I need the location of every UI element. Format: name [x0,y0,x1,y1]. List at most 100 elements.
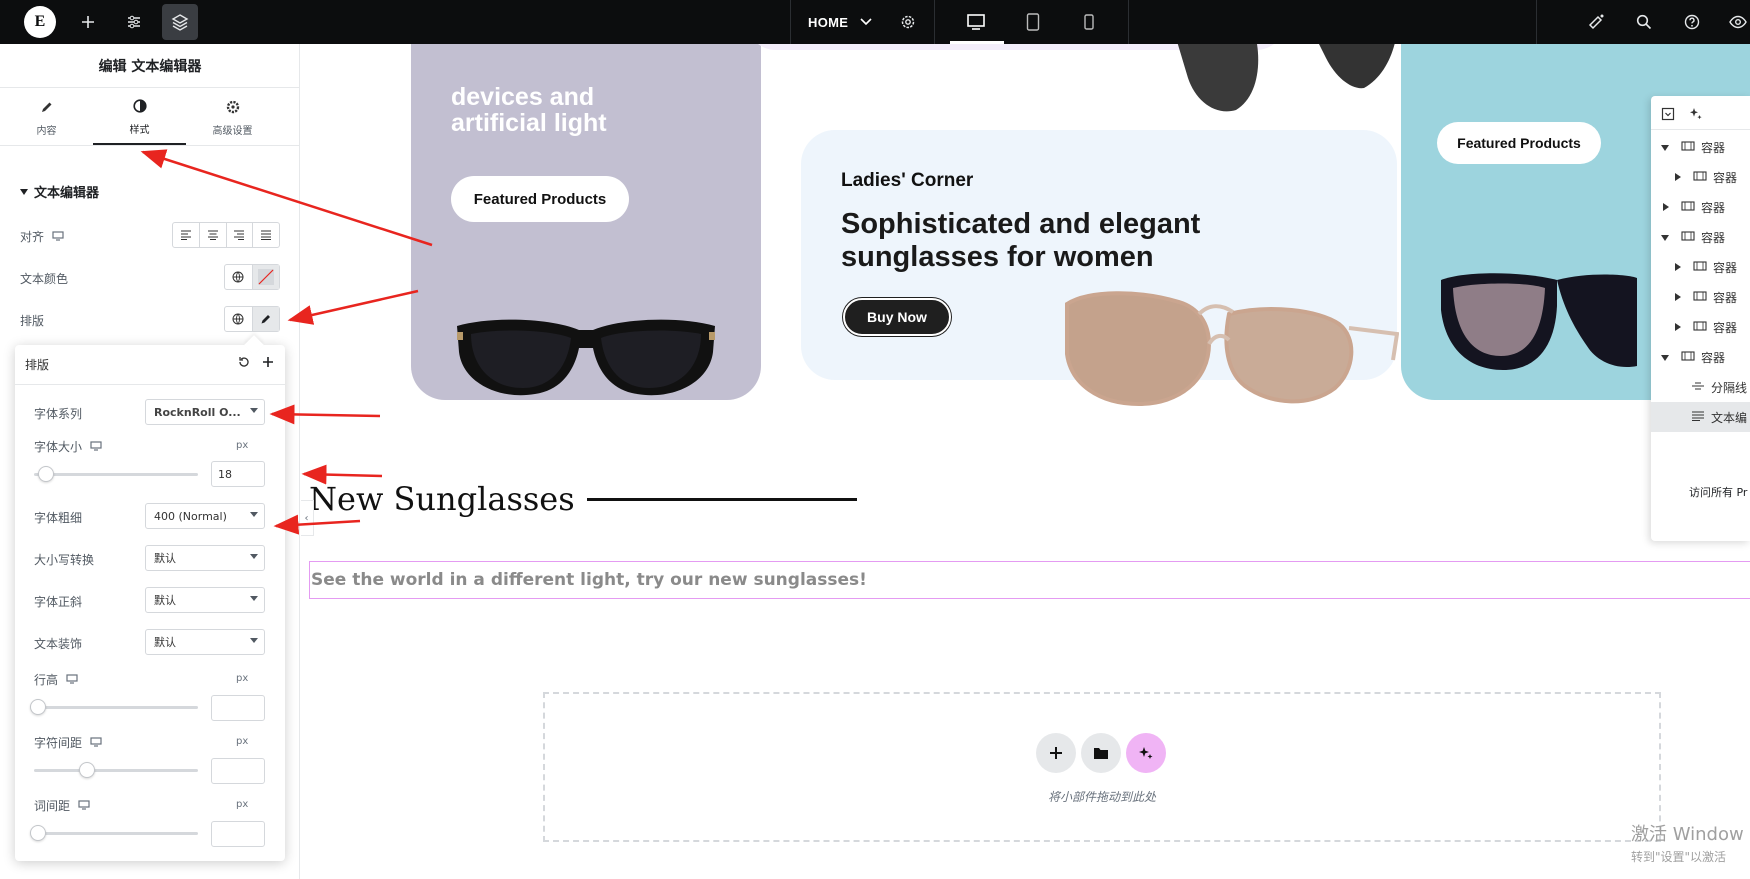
slider-handle[interactable] [38,466,54,482]
font-size-unit[interactable]: px [236,440,248,451]
empty-drop-zone[interactable]: 将小部件拖动到此处 [543,692,1661,842]
align-label: 对齐 [20,230,45,244]
section-heading[interactable]: New Sunglasses [309,480,857,518]
elementor-logo[interactable]: E [24,6,56,38]
section-title: 文本编辑器 [34,186,100,201]
slider-handle[interactable] [30,825,46,841]
ai-sparkle-icon[interactable] [1126,733,1166,773]
caret-right-icon [1663,200,1677,214]
globe-icon[interactable] [225,265,252,289]
layers-icon[interactable] [162,4,198,40]
align-buttons [172,222,280,248]
collapse-all-icon[interactable] [1661,106,1675,125]
navigator-item-label: 容器 [1713,170,1738,185]
tab-content[interactable]: 内容 [0,92,93,145]
divider [1536,0,1537,44]
preview-eye-icon[interactable] [1726,0,1750,44]
tab-advanced[interactable]: 高级设置 [186,92,279,145]
slider-handle[interactable] [79,762,95,778]
transform-select[interactable]: 默认 [145,545,265,571]
navigator-item[interactable]: 容器 [1651,162,1750,192]
navigator-item[interactable]: 容器 [1651,252,1750,282]
featured-products-button[interactable]: Featured Products [1437,122,1601,164]
caret-down-icon [20,184,28,199]
align-left-icon[interactable] [173,223,200,247]
navigator-item[interactable]: 容器 [1651,132,1750,162]
gear-icon[interactable] [896,0,920,44]
section-toggle[interactable]: 文本编辑器 [20,182,99,201]
help-icon[interactable] [1680,0,1704,44]
ai-sparkle-icon[interactable] [1689,106,1703,125]
navigator-item-label: 容器 [1713,290,1738,305]
mobile-icon[interactable] [1076,0,1102,44]
tablet-icon[interactable] [1020,0,1046,44]
navigator-header [1651,96,1750,130]
navigator-item[interactable]: 容器 [1651,342,1750,372]
tab-style[interactable]: 样式 [93,92,186,145]
caret-right-icon [1675,320,1689,334]
navigator-item-label: 文本编 [1711,410,1748,425]
font-family-select[interactable]: RocknRoll O... [145,399,265,425]
navigator-item[interactable]: 容器 [1651,312,1750,342]
word-spacing-unit[interactable]: px [236,799,248,810]
navigator-item[interactable]: 容器 [1651,282,1750,312]
notifications-icon[interactable] [1584,0,1608,44]
decoration-select[interactable]: 默认 [145,629,265,655]
panel-collapse-handle[interactable]: ‹ [301,500,314,536]
caret-down-icon [250,512,258,517]
globe-icon[interactable] [225,307,252,331]
buy-now-button[interactable]: Buy Now [843,298,951,336]
letter-spacing-slider[interactable] [34,762,198,778]
featured-products-button[interactable]: Featured Products [451,176,629,222]
font-size-slider[interactable] [34,466,198,482]
navigator-item[interactable]: 文本编 [1651,402,1750,432]
reset-icon[interactable] [237,355,251,373]
settings-sliders-icon[interactable] [122,0,146,44]
monitor-icon [52,230,64,244]
line-height-unit[interactable]: px [236,673,248,684]
edit-pencil-icon[interactable] [251,307,279,331]
add-section-icon[interactable] [1036,733,1076,773]
line-height-slider[interactable] [30,699,198,715]
align-right-icon[interactable] [227,223,254,247]
add-element-icon[interactable] [76,0,100,44]
font-weight-select[interactable]: 400 (Normal) [145,503,265,529]
navigator-footer[interactable]: 访问所有 Pr [1651,476,1750,506]
caret-down-icon [1661,350,1675,364]
container-icon [1681,140,1695,154]
slider-handle[interactable] [30,699,46,715]
navigator-item[interactable]: 容器 [1651,192,1750,222]
style-select[interactable]: 默认 [145,587,265,613]
color-swatch-empty[interactable] [251,265,279,289]
navigator-item[interactable]: 容器 [1651,222,1750,252]
letter-spacing-unit[interactable]: px [236,736,248,747]
align-row: 对齐 [20,228,64,245]
text-editor-widget[interactable]: See the world in a different light, try … [309,561,1750,599]
popover-title: 排版 [25,358,50,372]
tab-label: 高级设置 [212,126,253,137]
font-size-input[interactable]: 18 [211,461,265,487]
word-spacing-input[interactable] [211,821,265,847]
line-height-input[interactable] [211,695,265,721]
color-controls [224,264,280,290]
decoration-label: 文本装饰 [34,637,83,651]
desktop-icon[interactable] [962,0,990,44]
text-editor-widget-icon [1691,410,1705,424]
typography-label: 排版 [20,314,45,328]
word-spacing-slider[interactable] [30,825,198,841]
search-icon[interactable] [1632,0,1656,44]
contrast-icon [132,99,147,117]
letter-spacing-input[interactable] [211,758,265,784]
container-icon [1681,230,1695,244]
template-folder-icon[interactable] [1081,733,1121,773]
align-center-icon[interactable] [200,223,227,247]
add-icon[interactable] [261,355,275,373]
watermark-line: 激活 Window [1631,824,1744,845]
align-justify-icon[interactable] [253,223,279,247]
page-selector[interactable]: HOME [808,0,872,44]
panel-title: 编辑 文本编辑器 [0,44,300,88]
monitor-icon [90,736,102,750]
promo-card-daylight[interactable]: devices and artificial light Featured Pr… [411,44,761,400]
navigator-item[interactable]: 分隔线 [1651,372,1750,402]
pencil-icon [40,100,54,118]
